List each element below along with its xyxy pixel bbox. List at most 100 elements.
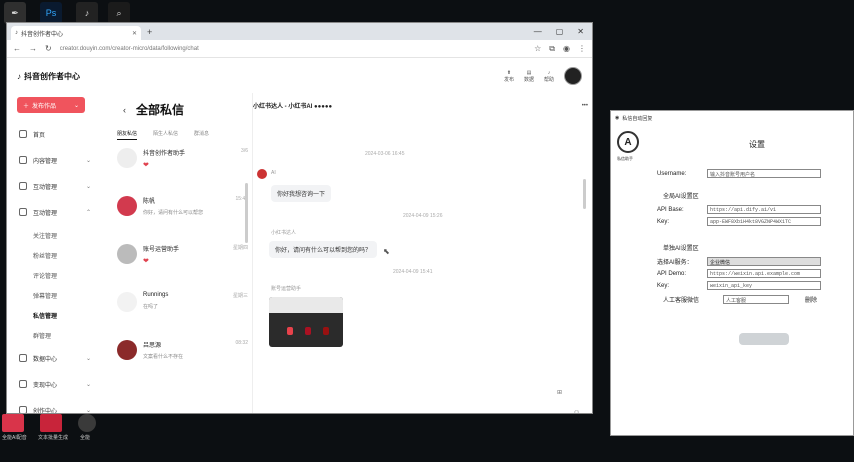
settings-heading: 设置	[749, 140, 765, 149]
timestamp: 2024-04-09 15:41	[393, 269, 433, 275]
service-select[interactable]: 企业微信	[707, 257, 821, 266]
api-base-field[interactable]: https://api.dify.ai/v1	[707, 205, 821, 214]
publish-button[interactable]: ＋ 发布作品 ⌄	[17, 97, 85, 113]
site-logo[interactable]: ♪ 抖音创作者中心	[17, 71, 80, 82]
app-icon[interactable]	[78, 414, 96, 432]
app-icon[interactable]	[2, 414, 24, 432]
creator-header: ♪ 抖音创作者中心 ⬆ 发布 ▤ 数据 ♪ 帮助	[7, 59, 592, 93]
desktop-label: 全能	[80, 435, 91, 441]
api-demo-field[interactable]: https://weixin.api.example.com	[707, 269, 821, 278]
manual-label: 人工客服微信	[663, 298, 700, 304]
key2-field[interactable]: weixin_api_key	[707, 281, 821, 290]
data-button[interactable]: ▤ 数据	[524, 70, 534, 83]
api-demo-label: API Demo:	[657, 270, 687, 277]
tab-groups[interactable]: 群消息	[194, 130, 209, 140]
money-icon	[19, 380, 27, 388]
key-field[interactable]: app-EWF8Xb1H4kt8VGZNP4WX1TC	[707, 217, 821, 226]
avatar	[117, 292, 137, 312]
back-icon[interactable]: ←	[13, 44, 21, 53]
scrollbar[interactable]	[245, 183, 248, 243]
url-field[interactable]: creator.douyin.com/creator-micro/data/fo…	[60, 46, 526, 52]
sidebar-sub-groups[interactable]: 群管理	[7, 325, 103, 345]
sidebar-sub-messages[interactable]: 私信管理	[7, 305, 103, 325]
username-input[interactable]: 输入抖音账号用户名	[707, 169, 821, 178]
app-icon[interactable]	[40, 414, 62, 432]
key2-label: Key:	[657, 282, 670, 289]
service-label: 选择AI服务：	[657, 260, 693, 266]
sidebar-sub-comments[interactable]: 评论管理	[7, 265, 103, 285]
conversation-list: 抖音创作者助手 3/6 ❤ 陈帆 15:40 你好，请问有什么可以帮您 账号运营助手 星期四 ❤…	[111, 140, 252, 380]
list-item[interactable]: 吕思源 08:32 文案看什么不存在	[111, 332, 252, 380]
emoji-icon[interactable]: ☺	[573, 409, 580, 413]
conversation-name: 吕思源	[143, 343, 162, 349]
chat-header: 小红书达人 - 小红书AI ●●●●● •••	[253, 93, 592, 111]
sidebar-sub-follow[interactable]: 关注管理	[7, 225, 103, 245]
image-card[interactable]	[269, 297, 343, 347]
timestamp: 2024-04-09 15:26	[403, 213, 443, 219]
browser-window: ♪ 抖音创作者中心 ✕ + — ▢ ✕ ← → ↻ creator.douyin…	[6, 22, 593, 414]
sidebar-item-label: 首页	[33, 132, 46, 139]
message-icon	[19, 208, 27, 216]
sender-name: 账号运营助手	[271, 286, 302, 292]
sidebar-sub-fans[interactable]: 粉丝管理	[7, 245, 103, 265]
sidebar-sub-danmu[interactable]: 弹幕管理	[7, 285, 103, 305]
browser-tab[interactable]: ♪ 抖音创作者中心 ✕	[11, 26, 141, 40]
back-arrow-icon[interactable]: ‹	[123, 105, 126, 115]
tiktok-logo-icon: ♪	[17, 71, 21, 81]
star-icon[interactable]: ☆	[534, 44, 541, 53]
sidebar-item-interaction[interactable]: 互动管理 ⌄	[7, 173, 103, 199]
app-icon: ◉	[615, 115, 620, 121]
close-tab-icon[interactable]: ✕	[132, 30, 137, 37]
global-section-title: 全局AI设置区	[663, 194, 699, 200]
data-label: 数据	[523, 76, 534, 83]
conversation-preview: 你好，请问有什么可以帮您	[143, 210, 204, 216]
list-item[interactable]: 抖音创作者助手 3/6 ❤	[111, 140, 252, 188]
sidebar-item-create[interactable]: 创作中心 ⌄	[7, 397, 103, 413]
sidebar-item-interaction-open[interactable]: 互动管理 ⌃	[7, 199, 103, 225]
avatar[interactable]	[564, 67, 582, 85]
message-bubble: 你好我想咨询一下	[271, 185, 332, 202]
profile-icon[interactable]: ◉	[563, 44, 570, 53]
sidebar-item-home[interactable]: 首页	[7, 121, 103, 147]
list-item[interactable]: Runnings 星期三 在吗了	[111, 284, 252, 332]
tab-friends[interactable]: 朋友私信	[117, 130, 138, 140]
chevron-down-icon: ⌄	[85, 157, 91, 164]
manual-field[interactable]: 人工客服	[723, 295, 789, 304]
chat-title: 小红书达人 - 小红书AI ●●●●●	[253, 104, 333, 110]
menu-icon[interactable]: ⋮	[578, 44, 586, 53]
help-button[interactable]: ♪ 帮助	[544, 70, 554, 83]
photoshop-icon[interactable]: Ps	[40, 2, 62, 24]
chevron-down-icon: ⌄	[85, 381, 91, 388]
tiktok-icon: ♪	[15, 30, 18, 36]
sidebar-item-content[interactable]: 内容管理 ⌄	[7, 147, 103, 173]
logo-caption: 私信助手	[617, 156, 633, 161]
desktop-label: 文本批量生成	[38, 435, 69, 441]
app-icon-3[interactable]: ♪	[76, 2, 98, 24]
conversation-name: 账号运营助手	[143, 247, 180, 253]
save-button[interactable]	[739, 333, 789, 345]
avatar	[117, 196, 137, 216]
close-window-icon[interactable]: ✕	[577, 27, 584, 36]
username-label: Username:	[657, 170, 687, 177]
chat-panel: 小红书达人 - 小红书AI ●●●●● ••• 2024-03-06 16:45…	[253, 93, 592, 414]
more-icon[interactable]: •••	[582, 103, 588, 109]
list-item[interactable]: 账号运营助手 星期四 ❤	[111, 236, 252, 284]
maximize-icon[interactable]: ▢	[556, 27, 564, 36]
extensions-icon[interactable]: ⧉	[549, 44, 555, 54]
minimize-icon[interactable]: —	[534, 27, 542, 36]
app-icon-1[interactable]: ✒	[4, 2, 26, 24]
sidebar-item-monetize[interactable]: 变现中心 ⌄	[7, 371, 103, 397]
sidebar-item-data[interactable]: 数据中心 ⌄	[7, 345, 103, 371]
app-icon-4[interactable]: ⌕	[108, 2, 130, 24]
new-tab-icon[interactable]: +	[147, 27, 152, 37]
forward-icon[interactable]: →	[29, 44, 37, 53]
delete-button[interactable]: 删除	[805, 295, 817, 304]
upload-button[interactable]: ⬆ 发布	[504, 70, 514, 83]
list-item[interactable]: 陈帆 15:40 你好，请问有什么可以帮您	[111, 188, 252, 236]
conversation-name: Runnings	[143, 292, 169, 298]
scrollbar[interactable]	[583, 179, 586, 209]
image-icon[interactable]: ⊞	[557, 389, 562, 396]
tab-strangers[interactable]: 陌生人私信	[153, 130, 178, 140]
avatar	[117, 340, 137, 360]
reload-icon[interactable]: ↻	[45, 44, 52, 53]
